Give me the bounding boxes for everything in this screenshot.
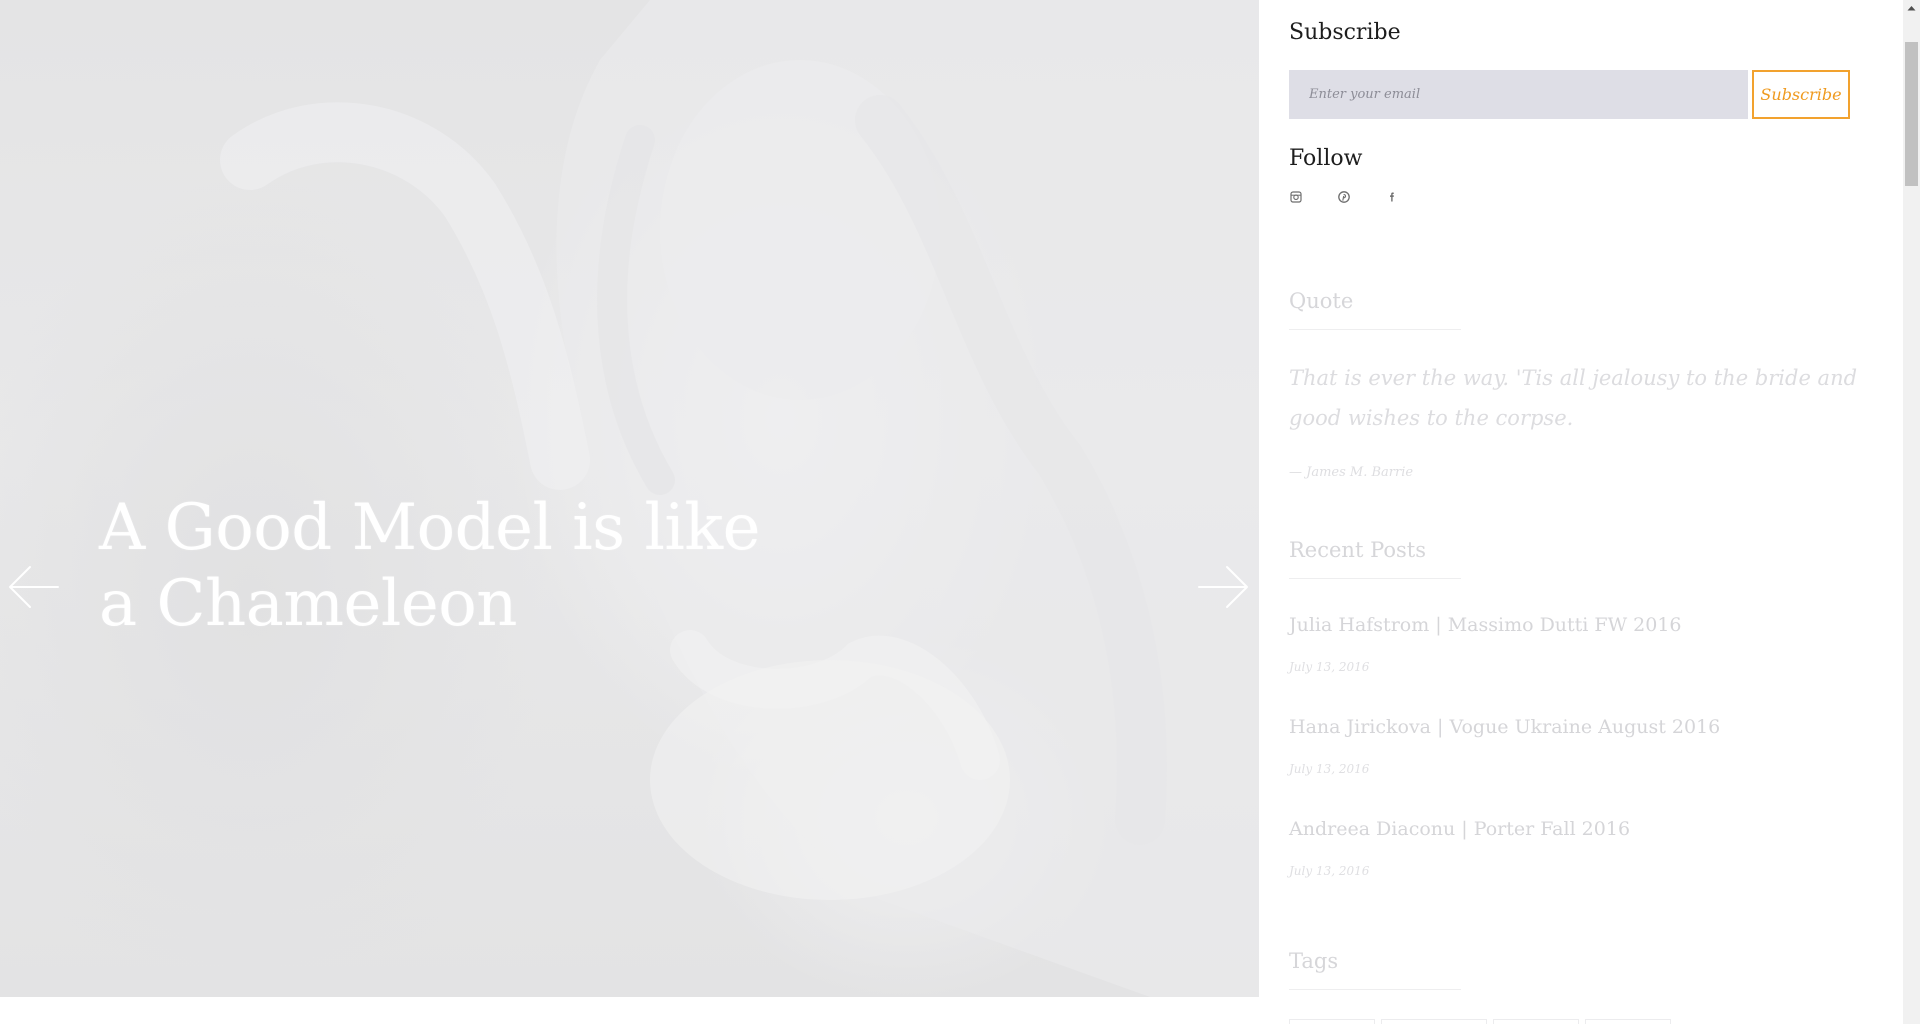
hero-title: A Good Model is like a Chameleon (99, 491, 761, 641)
follow-title: Follow (1289, 146, 1363, 171)
recent-post-date: July 13, 2016 (1289, 660, 1370, 674)
tags-title: Tags (1289, 949, 1339, 973)
page-scrollbar[interactable] (1903, 0, 1920, 1024)
quote-divider (1289, 329, 1461, 330)
recent-post-link[interactable]: Hana Jirickova | Vogue Ukraine August 20… (1289, 716, 1720, 738)
sidebar: Subscribe Subscribe Follow Quote That is… (1259, 0, 1903, 1024)
scroll-up-arrow-icon (1907, 6, 1916, 11)
recent-posts-divider (1289, 578, 1461, 579)
quote-title: Quote (1289, 289, 1354, 313)
instagram-link[interactable] (1289, 190, 1303, 204)
facebook-link[interactable] (1385, 190, 1399, 204)
hero-slider: A Good Model is like a Chameleon (0, 0, 1259, 997)
quote-author: — James M. Barrie (1289, 465, 1414, 480)
subscribe-button[interactable]: Subscribe (1752, 70, 1850, 119)
recent-post-date: July 13, 2016 (1289, 762, 1370, 776)
quote-text: That is ever the way. 'Tis all jealousy … (1289, 366, 1858, 430)
arrow-right-icon (1198, 566, 1248, 608)
subscribe-title: Subscribe (1289, 20, 1401, 45)
recent-post-link[interactable]: Andreea Diaconu | Porter Fall 2016 (1289, 818, 1630, 840)
recent-post-link[interactable]: Julia Hafstrom | Massimo Dutti FW 2016 (1289, 614, 1682, 636)
slider-prev-button[interactable] (6, 560, 62, 614)
instagram-icon (1290, 191, 1302, 203)
tags-divider (1289, 989, 1461, 990)
pinterest-icon (1338, 191, 1350, 203)
tag-chip[interactable] (1493, 1019, 1579, 1024)
facebook-icon (1390, 192, 1394, 202)
recent-post-date: July 13, 2016 (1289, 864, 1370, 878)
scroll-thumb[interactable] (1905, 42, 1918, 186)
pinterest-link[interactable] (1337, 190, 1351, 204)
arrow-left-icon (9, 566, 59, 608)
slider-next-button[interactable] (1195, 560, 1251, 614)
email-input[interactable] (1289, 70, 1748, 119)
tag-chip[interactable] (1381, 1019, 1487, 1024)
tag-chip[interactable] (1289, 1019, 1375, 1024)
scroll-up-button[interactable] (1903, 0, 1920, 17)
recent-posts-title: Recent Posts (1289, 538, 1426, 562)
tag-chip[interactable] (1585, 1019, 1671, 1024)
